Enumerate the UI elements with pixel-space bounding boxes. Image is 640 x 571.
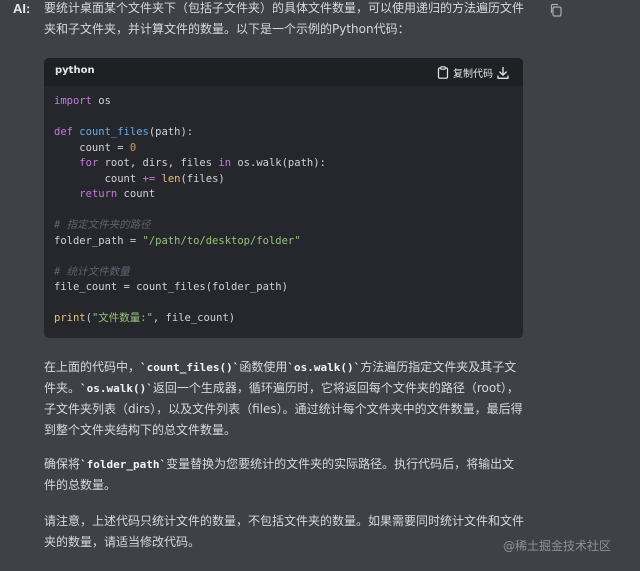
code-token: root, dirs, files (98, 157, 219, 169)
note-paragraph: 请注意，上述代码只统计文件的数量，不包括文件夹的数量。如果需要同时统计文件和文件… (44, 514, 525, 549)
code-token: in (218, 157, 232, 169)
instruction-paragraph: 确保将`folder_path`变量替换为您要统计的文件夹的实际路径。执行代码后… (44, 454, 524, 496)
copy-code-button[interactable]: 复制代码 (437, 64, 493, 80)
code-block: python 复制代码 import os def count_files(pa… (44, 58, 523, 338)
copy-code-label: 复制代码 (453, 68, 493, 80)
copy-icon (550, 3, 562, 17)
inline-code: `os.walk()` (287, 361, 361, 374)
code-token: , file_count) (152, 312, 236, 324)
explanation-paragraph: 在上面的代码中，`count_files()`函数使用`os.walk()`方法… (44, 357, 524, 441)
intro-paragraph: 要统计桌面某个文件夹下（包括子文件夹）的具体文件数量，可以使用递归的方法遍历文件… (44, 1, 525, 36)
download-button[interactable] (496, 65, 510, 79)
code-token: folder_path = (54, 234, 143, 247)
text: 在上面的代码中， (44, 360, 141, 374)
code-comment: # 统计文件数量 (54, 265, 130, 278)
code-block-header: python 复制代码 (44, 58, 523, 86)
download-icon (497, 66, 509, 79)
code-token: "/path/to/desktop/folder" (142, 234, 301, 247)
code-token: def (54, 126, 73, 138)
code-token: os (91, 95, 111, 107)
code-content: import os def count_files(path): count =… (54, 94, 326, 327)
code-token: count_files (79, 126, 149, 138)
speaker-label: AI: (13, 1, 31, 16)
inline-code: `folder_path` (80, 458, 167, 471)
text: 函数使用 (239, 360, 288, 374)
inline-code: `count_files()` (140, 361, 240, 374)
code-token: "文件数量:" (91, 312, 153, 324)
code-token: (files) (180, 172, 225, 185)
clipboard-icon (437, 65, 449, 79)
code-comment: # 指定文件夹的路径 (54, 219, 151, 231)
code-language: python (55, 65, 95, 76)
code-token: count = (54, 141, 130, 154)
code-token: len (161, 172, 181, 185)
code-token: for (79, 157, 99, 169)
code-token: file_count = count_files(folder_path) (54, 281, 288, 293)
code-token: print (54, 312, 86, 324)
code-token: += (142, 172, 156, 185)
code-token: import (54, 95, 92, 107)
code-token: 0 (129, 141, 137, 154)
text: 确保将 (44, 457, 81, 471)
inline-code: `os.walk()` (80, 382, 153, 395)
code-token: count (117, 188, 156, 200)
copy-message-button[interactable] (549, 2, 563, 17)
code-token: os.walk(path): (231, 157, 326, 169)
watermark: @稀土掘金技术社区 (503, 539, 612, 553)
code-token: count (54, 172, 143, 185)
code-token: (path): (148, 126, 194, 138)
code-token: return (79, 188, 118, 200)
